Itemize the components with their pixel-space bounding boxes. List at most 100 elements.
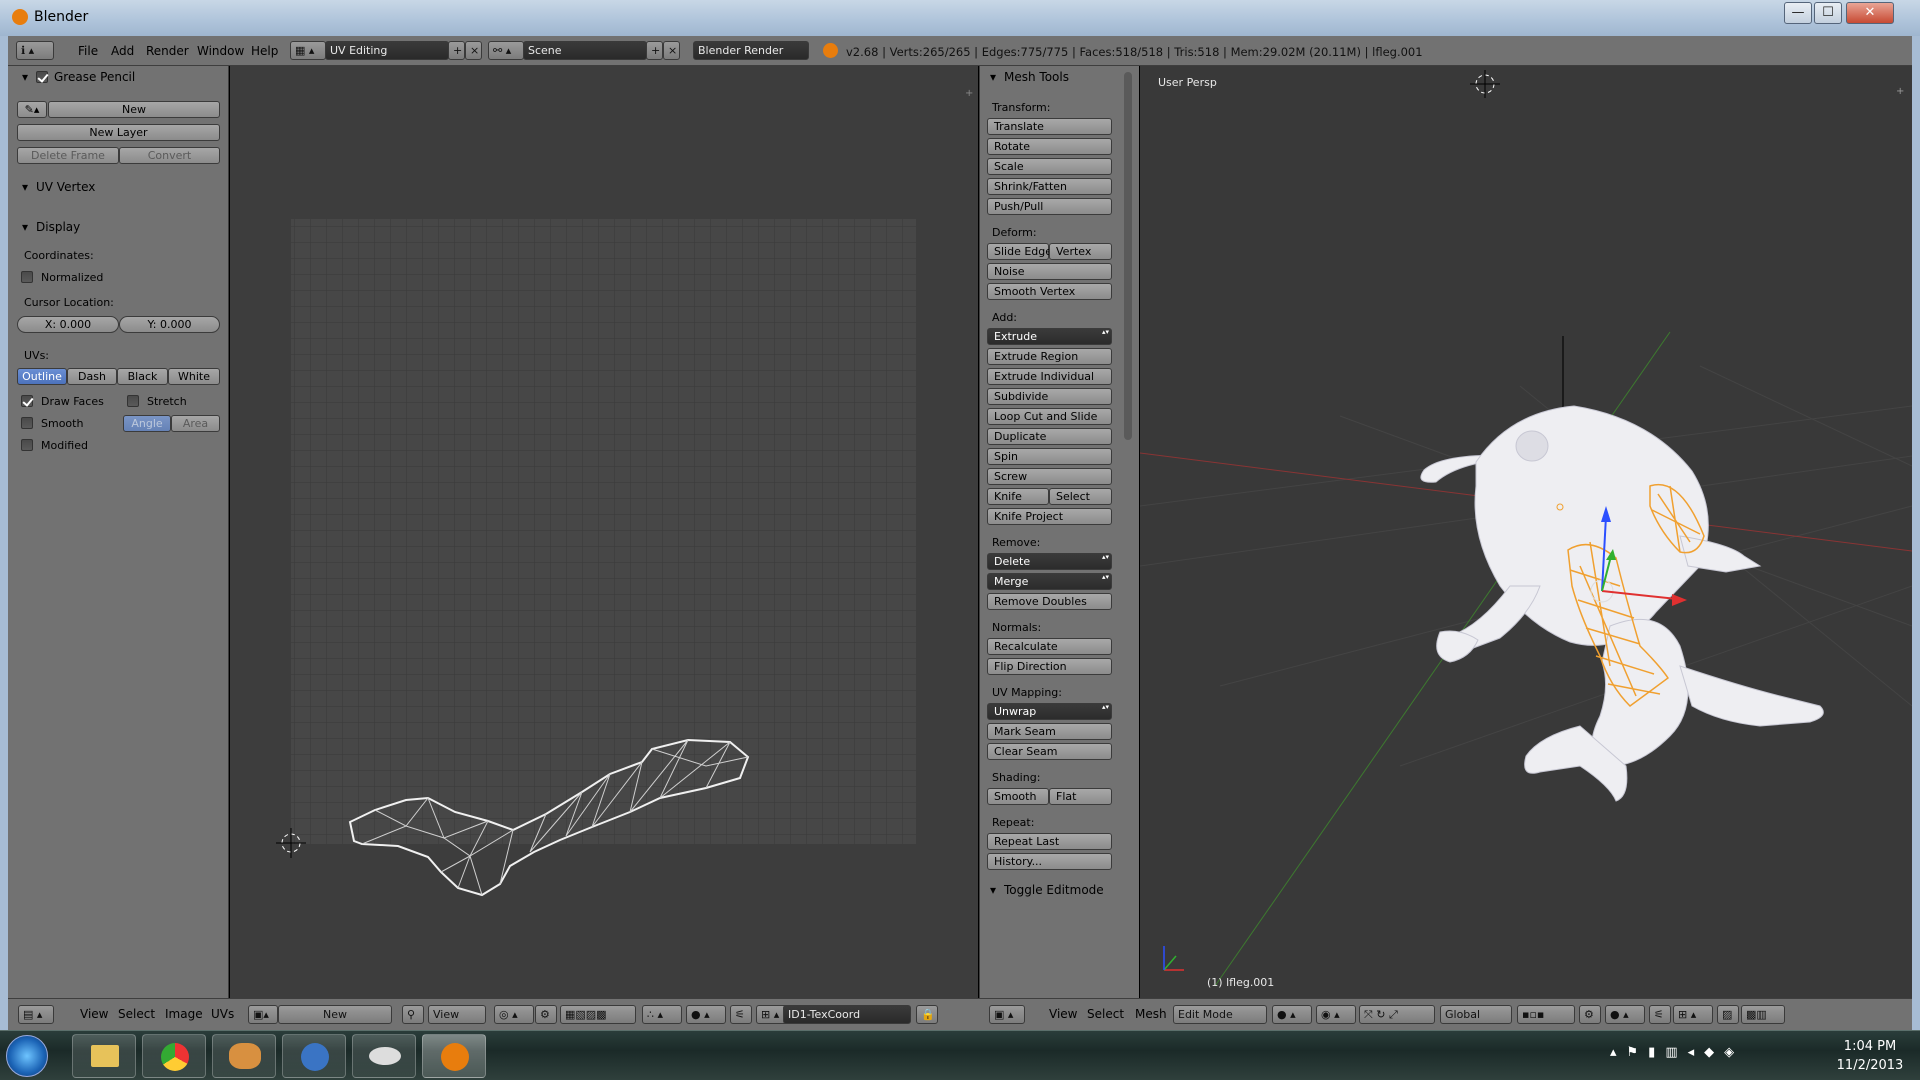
- 3d-menu-select[interactable]: Select: [1087, 1007, 1124, 1021]
- menu-add[interactable]: Add: [111, 44, 134, 58]
- extrude-region-button[interactable]: Extrude Region: [987, 348, 1112, 365]
- minimize-button[interactable]: —: [1784, 2, 1812, 24]
- area-button[interactable]: Area: [171, 415, 220, 432]
- interaction-mode-select[interactable]: Edit Mode: [1173, 1005, 1267, 1024]
- duplicate-button[interactable]: Duplicate: [987, 428, 1112, 445]
- extrude-individual-button[interactable]: Extrude Individual: [987, 368, 1112, 385]
- sync-selection-icon[interactable]: ⚙: [535, 1005, 557, 1024]
- new-image-button[interactable]: New: [278, 1005, 392, 1024]
- mark-seam-button[interactable]: Mark Seam: [987, 723, 1112, 740]
- editor-type-button[interactable]: ℹ ▴: [16, 41, 54, 60]
- delete-frame-button[interactable]: Delete Frame: [17, 147, 119, 164]
- black-button[interactable]: Black: [117, 368, 168, 385]
- chrome-taskbar-icon[interactable]: [142, 1034, 206, 1078]
- scale-button[interactable]: Scale: [987, 158, 1112, 175]
- system-tray-icons[interactable]: ▴⚑▮▥◂◆◈: [1610, 1045, 1744, 1060]
- smooth-vertex-button[interactable]: Smooth Vertex: [987, 283, 1112, 300]
- taskbar-clock-time[interactable]: 1:04 PM: [1830, 1039, 1910, 1054]
- stretch-checkbox[interactable]: [127, 395, 139, 407]
- tool-panel-scrollbar[interactable]: [1124, 72, 1132, 440]
- scene-selector-button[interactable]: ⚯ ▴: [488, 41, 524, 60]
- noise-button[interactable]: Noise: [987, 263, 1112, 280]
- menu-render[interactable]: Render: [146, 44, 189, 58]
- display-header[interactable]: ▾: [22, 220, 28, 234]
- view-mode-select[interactable]: View: [428, 1005, 486, 1024]
- remove-scene-icon[interactable]: ×: [663, 41, 680, 60]
- remove-layout-icon[interactable]: ×: [465, 41, 482, 60]
- layout-name-field[interactable]: UV Editing: [325, 41, 449, 60]
- mesh-select-mode-buttons[interactable]: ▪▫▪: [1517, 1005, 1575, 1024]
- uv-map-select[interactable]: ID1-TexCoord: [783, 1005, 911, 1024]
- screw-button[interactable]: Screw: [987, 468, 1112, 485]
- start-button[interactable]: [6, 1035, 48, 1077]
- limit-selection-icon[interactable]: ⚙: [1579, 1005, 1601, 1024]
- region-expand-icon[interactable]: +: [1896, 86, 1904, 97]
- extrude-menu[interactable]: Extrude: [987, 328, 1112, 345]
- knife-select-button[interactable]: Select: [1049, 488, 1112, 505]
- draw-faces-checkbox[interactable]: [21, 395, 33, 407]
- 3d-menu-view[interactable]: View: [1049, 1007, 1077, 1021]
- sticky-select-mode[interactable]: ∴ ▴: [642, 1005, 682, 1024]
- outline-button[interactable]: Outline: [17, 368, 67, 385]
- close-button[interactable]: ✕: [1846, 2, 1894, 24]
- spin-button[interactable]: Spin: [987, 448, 1112, 465]
- uv-menu-image[interactable]: Image: [165, 1007, 203, 1021]
- slide-vertex-button[interactable]: Vertex: [1049, 243, 1112, 260]
- 3d-viewport[interactable]: User Persp (1) lfleg.001 +: [1140, 66, 1912, 998]
- paint-taskbar-icon[interactable]: [212, 1034, 276, 1078]
- knife-project-button[interactable]: Knife Project: [987, 508, 1112, 525]
- 3d-cursor-icon[interactable]: [1470, 70, 1500, 98]
- grease-pencil-new-button[interactable]: New: [48, 101, 220, 118]
- dash-button[interactable]: Dash: [67, 368, 117, 385]
- menu-help[interactable]: Help: [251, 44, 278, 58]
- smooth-checkbox[interactable]: [21, 417, 33, 429]
- maximize-button[interactable]: ☐: [1814, 2, 1842, 24]
- 3d-menu-mesh[interactable]: Mesh: [1135, 1007, 1167, 1021]
- add-scene-icon[interactable]: +: [646, 41, 663, 60]
- cursor-y-field[interactable]: Y: 0.000: [119, 316, 220, 333]
- uv-menu-view[interactable]: View: [80, 1007, 108, 1021]
- pivot-point-select[interactable]: ◉ ▴: [1316, 1005, 1356, 1024]
- rotate-button[interactable]: Rotate: [987, 138, 1112, 155]
- toggle-editmode-header[interactable]: ▾: [990, 883, 996, 897]
- grease-pencil-checkbox[interactable]: [36, 71, 48, 83]
- uv-image-editor[interactable]: +: [230, 66, 978, 998]
- angle-button[interactable]: Angle: [123, 415, 171, 432]
- snap-icon[interactable]: ⚟: [1649, 1005, 1671, 1024]
- render-engine-select[interactable]: Blender Render: [693, 41, 809, 60]
- uv-canvas[interactable]: [230, 66, 978, 998]
- modified-checkbox[interactable]: [21, 439, 33, 451]
- menu-file[interactable]: File: [78, 44, 98, 58]
- unwrap-menu[interactable]: Unwrap: [987, 703, 1112, 720]
- pivot-select[interactable]: ◎ ▴: [494, 1005, 534, 1024]
- uv-editor-type-button[interactable]: ▤ ▴: [18, 1005, 54, 1024]
- thunderbird-taskbar-icon[interactable]: [282, 1034, 346, 1078]
- opengl-animation-icon[interactable]: ▩▥: [1741, 1005, 1785, 1024]
- lock-icon[interactable]: 🔒: [916, 1005, 938, 1024]
- convert-button[interactable]: Convert: [119, 147, 220, 164]
- layout-selector-button[interactable]: ▦ ▴: [290, 41, 326, 60]
- white-button[interactable]: White: [168, 368, 220, 385]
- remove-doubles-button[interactable]: Remove Doubles: [987, 593, 1112, 610]
- loop-cut-slide-button[interactable]: Loop Cut and Slide: [987, 408, 1112, 425]
- recalculate-button[interactable]: Recalculate: [987, 638, 1112, 655]
- clear-seam-button[interactable]: Clear Seam: [987, 743, 1112, 760]
- image-browse-button[interactable]: ▣▴: [248, 1005, 278, 1024]
- manipulator-buttons[interactable]: ⤧ ↻ ⤢: [1359, 1005, 1435, 1024]
- slide-edge-button[interactable]: Slide Edge: [987, 243, 1052, 260]
- shade-flat-button[interactable]: Flat: [1049, 788, 1112, 805]
- delete-menu[interactable]: Delete: [987, 553, 1112, 570]
- mesh-tools-header[interactable]: ▾: [990, 70, 996, 84]
- snap-target-select[interactable]: ⊞ ▴: [1673, 1005, 1713, 1024]
- new-layer-button[interactable]: New Layer: [17, 124, 220, 141]
- translate-button[interactable]: Translate: [987, 118, 1112, 135]
- shrink-fatten-button[interactable]: Shrink/Fatten: [987, 178, 1112, 195]
- opengl-render-icon[interactable]: ▨: [1717, 1005, 1739, 1024]
- snap-toggle-icon[interactable]: ⚟: [730, 1005, 752, 1024]
- viewport-canvas[interactable]: [1140, 66, 1912, 998]
- blender-taskbar-icon[interactable]: [422, 1034, 486, 1078]
- push-pull-button[interactable]: Push/Pull: [987, 198, 1112, 215]
- flip-direction-button[interactable]: Flip Direction: [987, 658, 1112, 675]
- grease-pencil-header[interactable]: ▾: [22, 70, 28, 84]
- merge-menu[interactable]: Merge: [987, 573, 1112, 590]
